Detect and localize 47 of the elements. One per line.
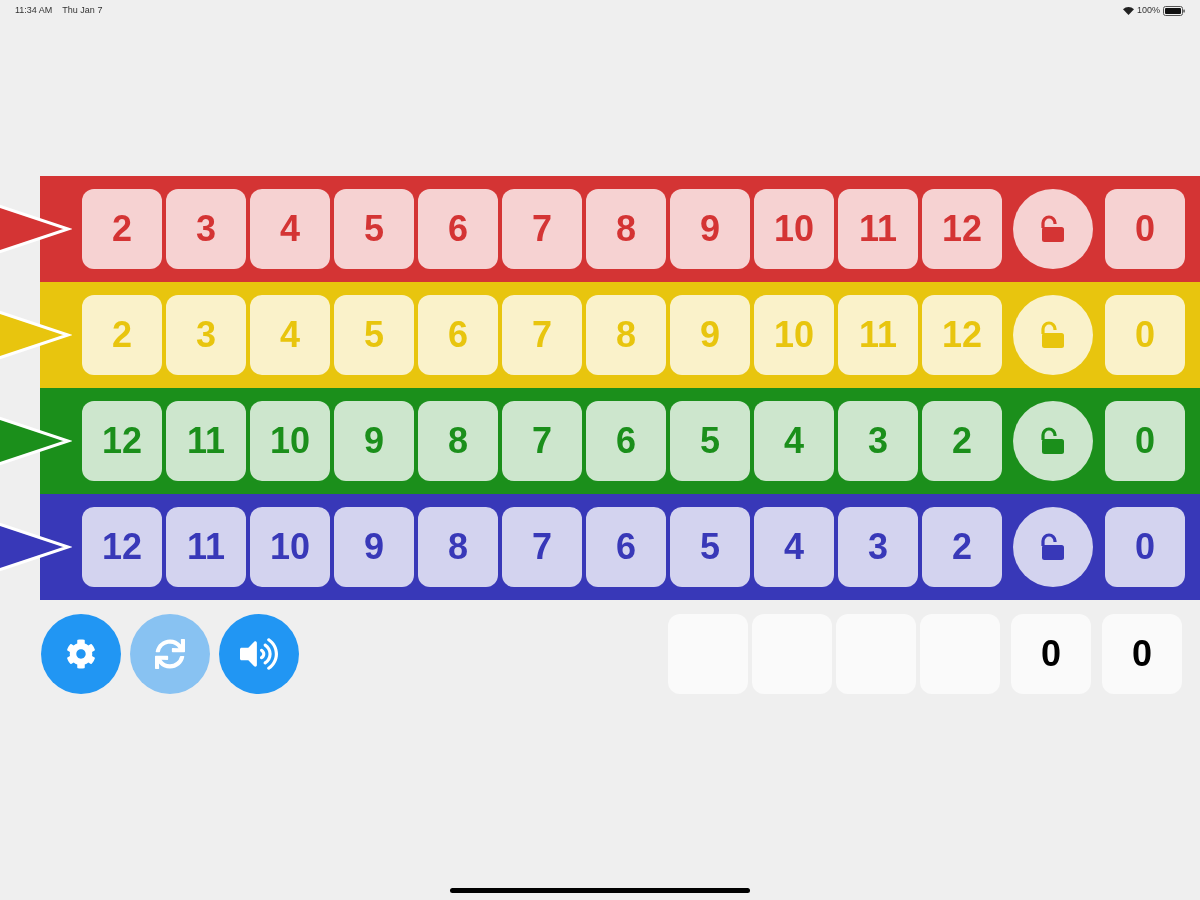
number-cell[interactable]: 10 bbox=[250, 401, 330, 481]
number-cell[interactable]: 5 bbox=[670, 401, 750, 481]
status-time: 11:34 AM bbox=[15, 4, 53, 18]
number-cell[interactable]: 3 bbox=[838, 401, 918, 481]
number-cell[interactable]: 4 bbox=[250, 189, 330, 269]
number-cell[interactable]: 8 bbox=[418, 401, 498, 481]
number-cell[interactable]: 10 bbox=[754, 189, 834, 269]
number-cell[interactable]: 11 bbox=[838, 189, 918, 269]
number-cell[interactable]: 7 bbox=[502, 507, 582, 587]
number-cell[interactable]: 3 bbox=[166, 189, 246, 269]
refresh-icon bbox=[155, 639, 185, 669]
number-cell[interactable]: 5 bbox=[670, 507, 750, 587]
battery-percent: 100% bbox=[1136, 4, 1160, 18]
number-cell[interactable]: 7 bbox=[502, 189, 582, 269]
number-cell[interactable]: 9 bbox=[670, 189, 750, 269]
number-cell[interactable]: 10 bbox=[250, 507, 330, 587]
number-cell[interactable]: 11 bbox=[166, 507, 246, 587]
number-cell[interactable]: 4 bbox=[754, 401, 834, 481]
battery-icon bbox=[1163, 6, 1185, 16]
number-cell[interactable]: 6 bbox=[586, 507, 666, 587]
number-cell[interactable]: 9 bbox=[334, 507, 414, 587]
number-cell[interactable]: 6 bbox=[586, 401, 666, 481]
number-cell[interactable]: 11 bbox=[166, 401, 246, 481]
number-cell[interactable]: 7 bbox=[502, 401, 582, 481]
number-cell[interactable]: 5 bbox=[334, 189, 414, 269]
total-score: 0 bbox=[1011, 614, 1091, 694]
number-cell[interactable]: 2 bbox=[82, 189, 162, 269]
row-score: 0 bbox=[1105, 189, 1185, 269]
row-score: 0 bbox=[1105, 401, 1185, 481]
row-score: 0 bbox=[1105, 507, 1185, 587]
number-cell[interactable]: 2 bbox=[922, 507, 1002, 587]
settings-icon bbox=[66, 639, 96, 669]
number-cell[interactable]: 9 bbox=[334, 401, 414, 481]
number-cell[interactable]: 3 bbox=[838, 507, 918, 587]
speaker-icon bbox=[240, 635, 278, 673]
number-cell[interactable]: 8 bbox=[586, 189, 666, 269]
total-score: 0 bbox=[1102, 614, 1182, 694]
number-cell[interactable]: 6 bbox=[418, 189, 498, 269]
wifi-icon bbox=[1122, 7, 1134, 15]
number-cell[interactable]: 12 bbox=[82, 401, 162, 481]
number-cell[interactable]: 2 bbox=[922, 401, 1002, 481]
number-cell[interactable]: 8 bbox=[418, 507, 498, 587]
row-score: 0 bbox=[1105, 295, 1185, 375]
number-cell[interactable]: 4 bbox=[754, 507, 834, 587]
status-date: Thu Jan 7 bbox=[62, 4, 103, 18]
number-cell[interactable]: 12 bbox=[82, 507, 162, 587]
number-cell[interactable]: 12 bbox=[922, 189, 1002, 269]
